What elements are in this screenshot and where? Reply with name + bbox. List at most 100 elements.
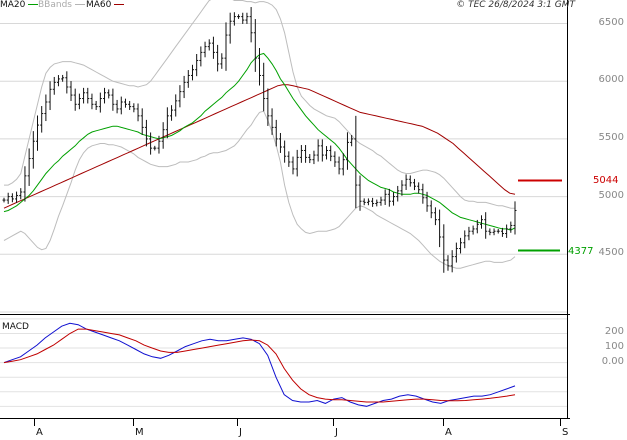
- price-bar: [98, 92, 102, 113]
- price-bar: [220, 53, 224, 69]
- price-bar: [224, 22, 228, 71]
- price-bar: [31, 131, 35, 169]
- price-bar: [371, 197, 375, 207]
- price-bar: [312, 150, 316, 165]
- legend-swatch: [74, 4, 85, 5]
- ma60-series: [3, 84, 516, 209]
- price-bar: [450, 250, 454, 273]
- price-bar: [266, 88, 270, 126]
- x-tick-label: A: [36, 427, 43, 438]
- price-bar: [15, 191, 19, 203]
- price-tick-label: 4500: [598, 247, 624, 259]
- price-bar: [123, 98, 127, 108]
- price-tick-label: 5500: [598, 131, 624, 143]
- price-bar: [82, 87, 86, 104]
- price-bar: [153, 145, 157, 151]
- price-bar: [375, 199, 379, 207]
- price-bar: [278, 132, 282, 153]
- price-bar: [195, 54, 199, 77]
- price-bar: [94, 100, 98, 110]
- price-bar: [48, 81, 52, 111]
- x-tick-label: J: [239, 427, 242, 438]
- price-bar: [404, 174, 408, 190]
- price-bar: [253, 19, 257, 72]
- price-bar: [77, 93, 81, 110]
- price-bar: [304, 145, 308, 163]
- price-bar: [90, 93, 94, 110]
- price-bar: [36, 115, 40, 151]
- price-bar: [295, 149, 299, 177]
- price-bar: [333, 151, 337, 167]
- price-bar: [262, 62, 266, 112]
- bb-lower-line: [3, 110, 516, 269]
- x-tick-label: S: [562, 427, 569, 438]
- price-bar: [237, 14, 241, 19]
- legend-bbands: BBands: [38, 0, 85, 11]
- price-bar: [287, 151, 291, 167]
- price-bar: [291, 156, 295, 175]
- price-bar: [86, 87, 90, 104]
- price-bar: [454, 242, 458, 263]
- price-bar: [484, 212, 488, 239]
- chart-frame: [0, 0, 570, 426]
- price-bar: [19, 188, 23, 200]
- price-bar: [140, 108, 144, 135]
- price-bar: [144, 119, 148, 147]
- price-bar: [241, 12, 245, 24]
- price-bar: [505, 224, 509, 238]
- price-bar: [417, 182, 421, 194]
- price-bar: [203, 41, 207, 58]
- x-tick-label: J: [335, 427, 338, 438]
- price-bar: [429, 200, 433, 219]
- price-bar: [103, 87, 107, 104]
- price-bar: [467, 226, 471, 241]
- price-bar: [52, 76, 56, 95]
- price-bar: [358, 175, 362, 211]
- price-bar: [509, 221, 513, 233]
- price-bar: [438, 209, 442, 248]
- price-bar: [65, 71, 69, 94]
- price-bar: [245, 12, 249, 24]
- level-lines: [518, 179, 562, 252]
- price-bar: [207, 39, 211, 51]
- price-bar: [40, 106, 44, 133]
- price-bars: [2, 7, 517, 273]
- price-bar: [496, 228, 500, 234]
- x-tick-label: M: [135, 427, 144, 438]
- legend-ma20: MA20: [0, 0, 39, 11]
- price-bar: [27, 148, 31, 186]
- price-bar: [44, 94, 48, 122]
- price-bar: [186, 70, 190, 88]
- price-bar: [111, 88, 115, 111]
- price-bar: [488, 228, 492, 236]
- price-tick-label: 6500: [598, 16, 624, 28]
- price-tick-label: 6000: [598, 74, 624, 86]
- price-bar: [433, 207, 437, 226]
- price-bar: [228, 12, 232, 44]
- macd-signal-series: [3, 328, 516, 403]
- price-bar: [299, 145, 303, 163]
- price-bar: [249, 7, 253, 43]
- price-bar: [199, 46, 203, 67]
- price-bar: [408, 175, 412, 187]
- price-bar: [479, 215, 483, 229]
- price-bar: [308, 154, 312, 164]
- price-bar: [174, 94, 178, 117]
- stock-chart: [0, 0, 570, 426]
- price-bar: [513, 201, 517, 235]
- legend-swatch: [114, 4, 125, 5]
- price-bar: [73, 88, 77, 111]
- macd-tick-label: 100: [604, 341, 624, 353]
- price-bar: [161, 122, 165, 149]
- price-bar: [119, 96, 123, 115]
- price-bar: [492, 228, 496, 236]
- macd-tick-label: 200: [604, 326, 624, 338]
- price-bar: [115, 99, 119, 114]
- price-bar: [190, 64, 194, 81]
- price-bar: [446, 255, 450, 271]
- price-bar: [170, 105, 174, 121]
- price-bar: [329, 145, 333, 162]
- price-bar: [56, 75, 60, 87]
- price-bar: [383, 189, 387, 205]
- price-bar: [216, 44, 220, 72]
